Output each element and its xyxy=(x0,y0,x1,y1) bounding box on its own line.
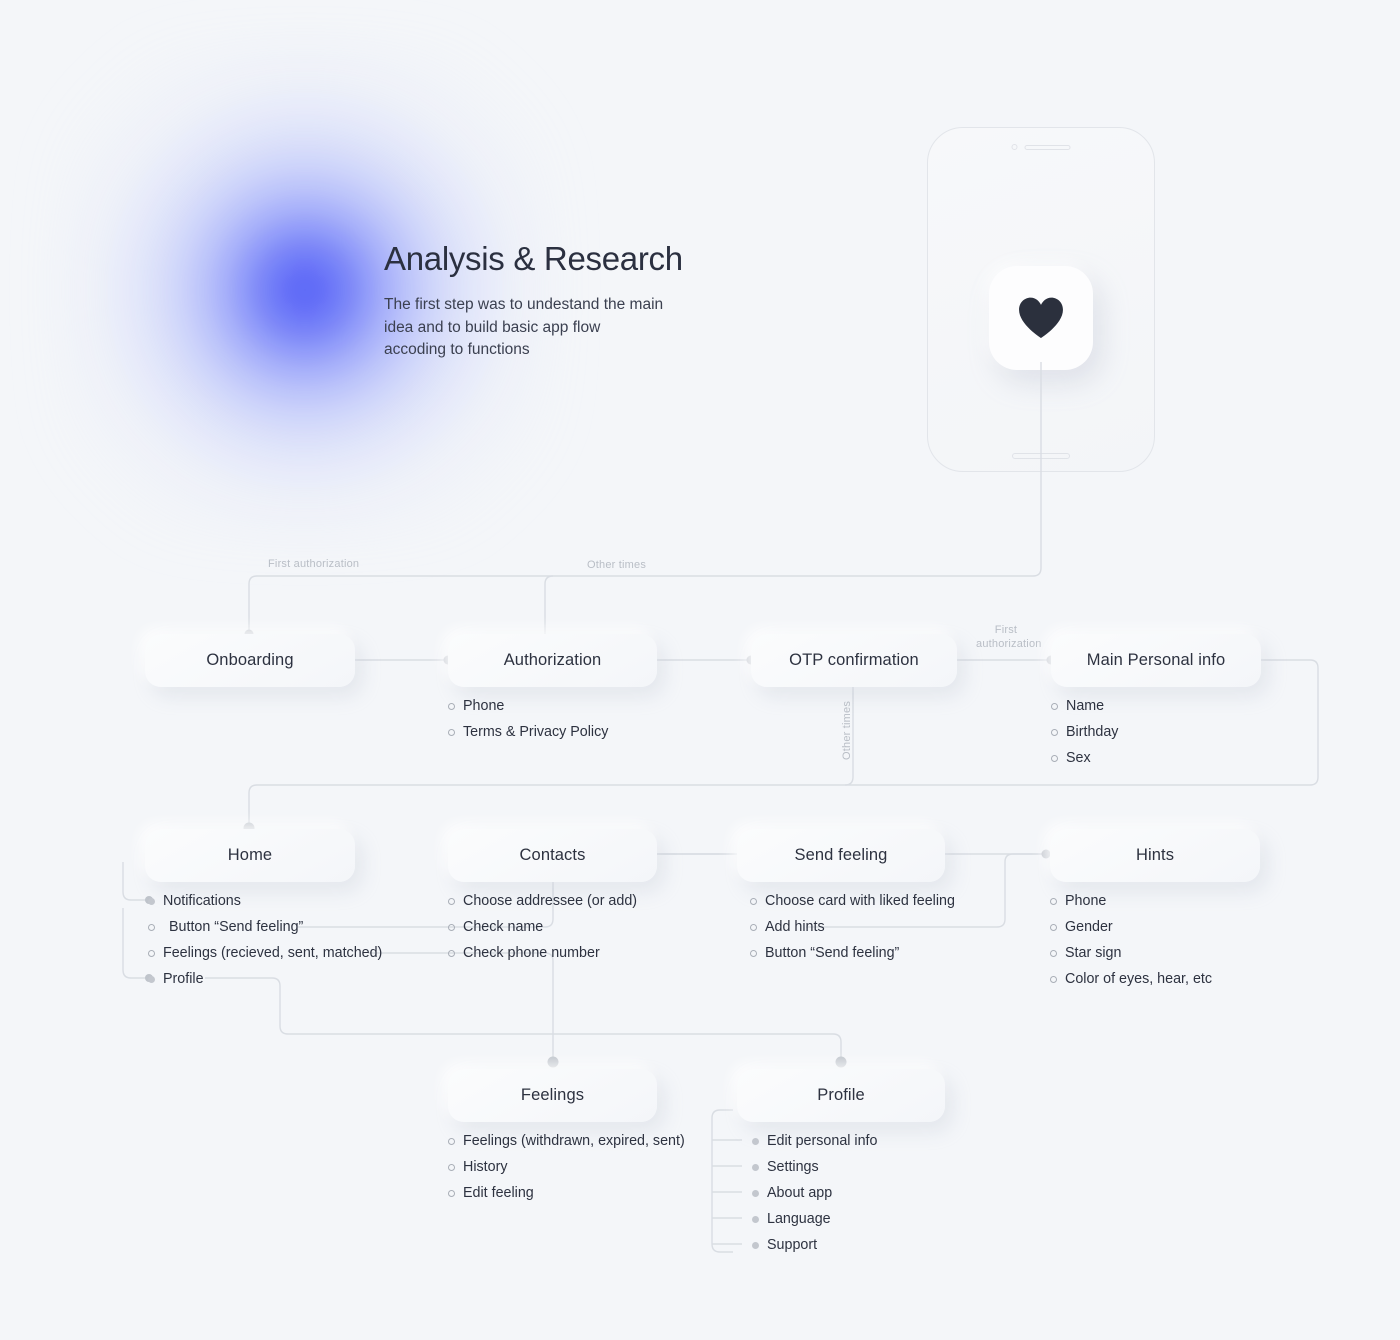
list-item[interactable]: Button “Send feeling” xyxy=(750,940,955,966)
list-item[interactable]: Phone xyxy=(1050,888,1212,914)
list-item[interactable]: Notifications xyxy=(148,888,382,914)
flow-node-label: Authorization xyxy=(503,651,602,669)
wire-bus-to-authorization xyxy=(544,575,554,634)
subtitle-line-2: idea and to build basic app flow xyxy=(384,318,601,336)
flow-items-authorization: Phone Terms & Privacy Policy xyxy=(448,693,608,745)
list-item[interactable]: Gender xyxy=(1050,914,1212,940)
wire-dot-profile-top xyxy=(835,1056,847,1068)
flow-items-hints: Phone Gender Star sign Color of eyes, he… xyxy=(1050,888,1212,992)
list-item[interactable]: Profile xyxy=(148,966,382,992)
list-item[interactable]: Phone xyxy=(448,693,608,719)
list-item[interactable]: Edit personal info xyxy=(752,1128,877,1154)
wire-label-other-times-top: Other times xyxy=(587,559,647,571)
phone-mockup xyxy=(927,127,1155,472)
list-item[interactable]: Settings xyxy=(752,1154,877,1180)
list-item[interactable]: Add hints xyxy=(750,914,955,940)
subtitle-line-3: accoding to functions xyxy=(384,341,530,359)
flow-node-label: Profile xyxy=(817,1086,865,1104)
flow-items-contacts: Choose addressee (or add) Check name Che… xyxy=(448,888,637,966)
flow-items-profile: Edit personal info Settings About app La… xyxy=(752,1128,877,1258)
flow-node-hints[interactable]: Hints xyxy=(1050,829,1260,882)
flow-node-otp-confirmation[interactable]: OTP confirmation xyxy=(751,634,957,687)
list-item[interactable]: Star sign xyxy=(1050,940,1212,966)
flow-node-label: Contacts xyxy=(519,846,586,864)
list-item[interactable]: Check phone number xyxy=(448,940,637,966)
list-item[interactable]: About app xyxy=(752,1180,877,1206)
page-subtitle: The first step was to undestand the main… xyxy=(384,294,714,362)
flow-node-home[interactable]: Home xyxy=(145,829,355,882)
app-icon-tile xyxy=(989,266,1093,370)
wire-dot-feelings-top xyxy=(547,1056,559,1068)
list-item[interactable]: Color of eyes, hear, etc xyxy=(1050,966,1212,992)
wire-label-first-authorization-2: First authorization xyxy=(976,623,1041,651)
list-item[interactable]: Choose card with liked feeling xyxy=(750,888,955,914)
wire-label-first-authorization: First authorization xyxy=(268,558,360,570)
wire-label-other-times-vertical: Other times xyxy=(841,700,853,760)
flow-node-label: Onboarding xyxy=(206,651,294,669)
flow-node-label: Feelings xyxy=(520,1086,585,1104)
list-item[interactable]: Support xyxy=(752,1232,877,1258)
flow-node-authorization[interactable]: Authorization xyxy=(448,634,657,687)
list-item[interactable]: Edit feeling xyxy=(448,1180,685,1206)
list-item[interactable]: Terms & Privacy Policy xyxy=(448,719,608,745)
list-item[interactable]: Feelings (withdrawn, expired, sent) xyxy=(448,1128,685,1154)
subtitle-line-1: The first step was to undestand the main xyxy=(384,296,664,314)
list-item[interactable]: History xyxy=(448,1154,685,1180)
list-item[interactable]: Language xyxy=(752,1206,877,1232)
flow-items-home: Notifications Button “Send feeling” Feel… xyxy=(148,888,382,992)
intro-block: Analysis & Research The first step was t… xyxy=(384,238,714,362)
flow-items-main-personal-info: Name Birthday Sex xyxy=(1051,693,1118,771)
phone-camera-icon xyxy=(1011,144,1018,150)
list-item[interactable]: Button “Send feeling” xyxy=(148,914,382,940)
list-item[interactable]: Check name xyxy=(448,914,637,940)
wire-label-line-1: First xyxy=(994,624,1018,636)
list-item[interactable]: Sex xyxy=(1051,745,1118,771)
flow-node-label: OTP confirmation xyxy=(789,651,919,669)
flow-node-send-feeling[interactable]: Send feeling xyxy=(737,829,945,882)
flow-node-label: Main Personal info xyxy=(1086,651,1226,669)
list-item[interactable]: Feelings (recieved, sent, matched) xyxy=(148,940,382,966)
flow-node-contacts[interactable]: Contacts xyxy=(448,829,657,882)
phone-notch xyxy=(1011,144,1071,150)
wire-profile-rail xyxy=(711,1118,733,1253)
wire-label-line-2: authorization xyxy=(976,638,1042,650)
flow-node-label: Home xyxy=(227,846,273,864)
phone-home-indicator xyxy=(1012,453,1070,459)
flow-items-send-feeling: Choose card with liked feeling Add hints… xyxy=(750,888,955,966)
flow-node-main-personal-info[interactable]: Main Personal info xyxy=(1051,634,1261,687)
flow-node-label: Hints xyxy=(1135,846,1175,864)
list-item[interactable]: Birthday xyxy=(1051,719,1118,745)
phone-speaker-icon xyxy=(1024,144,1071,150)
wire-home-feelings-to-feelings-node xyxy=(368,952,554,1060)
flow-node-label: Send feeling xyxy=(794,846,888,864)
wire-bus-to-onboarding xyxy=(248,575,710,634)
flow-node-profile[interactable]: Profile xyxy=(737,1069,945,1122)
heart-icon xyxy=(1019,297,1063,339)
flow-node-feelings[interactable]: Feelings xyxy=(448,1069,657,1122)
list-item[interactable]: Name xyxy=(1051,693,1118,719)
page-title: Analysis & Research xyxy=(384,240,683,277)
list-item[interactable]: Choose addressee (or add) xyxy=(448,888,637,914)
flow-node-onboarding[interactable]: Onboarding xyxy=(145,634,355,687)
flow-items-feelings: Feelings (withdrawn, expired, sent) Hist… xyxy=(448,1128,685,1206)
wire-profile-rail-top xyxy=(711,1109,733,1119)
